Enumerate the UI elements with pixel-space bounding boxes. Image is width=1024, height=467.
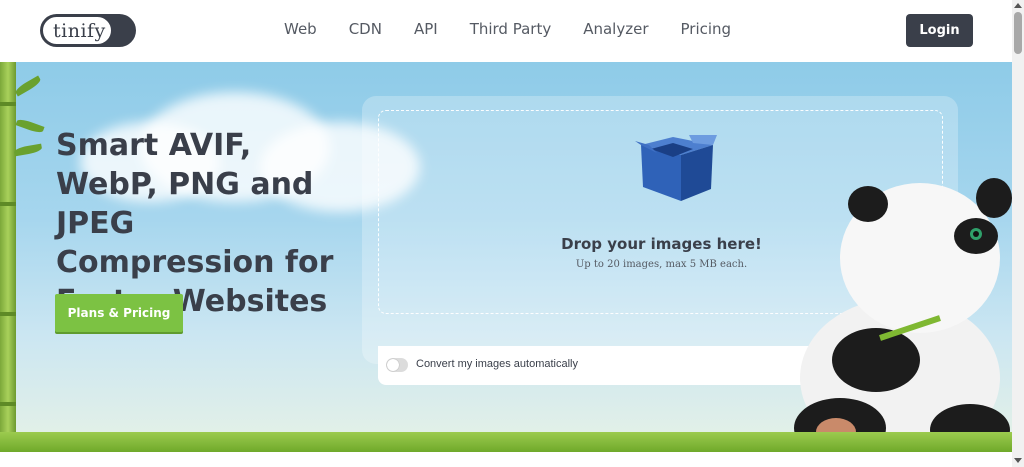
convert-toggle[interactable] — [386, 358, 408, 372]
logo-text: tinify — [53, 20, 106, 42]
nav-pricing[interactable]: Pricing — [681, 20, 732, 38]
leaf-decoration — [13, 75, 43, 97]
bamboo-ring — [0, 402, 16, 406]
scroll-thumb[interactable] — [1014, 12, 1022, 54]
panda-mascot — [794, 178, 1012, 452]
logo-pill: tinify — [42, 16, 112, 45]
grass-decoration — [0, 432, 1012, 452]
box-icon — [635, 135, 717, 201]
bamboo-ring — [0, 202, 16, 206]
hero-headline: Smart AVIF, WebP, PNG and JPEG Compressi… — [56, 128, 334, 319]
nav-analyzer[interactable]: Analyzer — [583, 20, 648, 38]
tinify-logo[interactable]: tinify — [40, 14, 136, 47]
vertical-scrollbar[interactable] — [1012, 0, 1024, 467]
nav-api[interactable]: API — [414, 20, 438, 38]
login-button[interactable]: Login — [906, 14, 973, 47]
plans-pricing-button[interactable]: Plans & Pricing — [55, 294, 183, 332]
hero-section: Smart AVIF, WebP, PNG and JPEG Compressi… — [0, 62, 1012, 452]
scroll-down-icon[interactable] — [1014, 458, 1022, 463]
nav-third-party[interactable]: Third Party — [470, 20, 552, 38]
bamboo-decoration — [0, 62, 16, 452]
nav-cdn[interactable]: CDN — [349, 20, 382, 38]
main-nav: Web CDN API Third Party Analyzer Pricing — [284, 20, 763, 38]
toggle-knob — [387, 359, 399, 371]
site-header: tinify Web CDN API Third Party Analyzer … — [0, 0, 1012, 62]
leaf-decoration — [15, 117, 45, 135]
nav-web[interactable]: Web — [284, 20, 317, 38]
bamboo-ring — [0, 312, 16, 316]
leaf-decoration — [13, 143, 43, 157]
convert-label: Convert my images automatically — [416, 358, 579, 370]
bamboo-ring — [0, 102, 16, 106]
scroll-up-icon[interactable] — [1014, 3, 1022, 8]
